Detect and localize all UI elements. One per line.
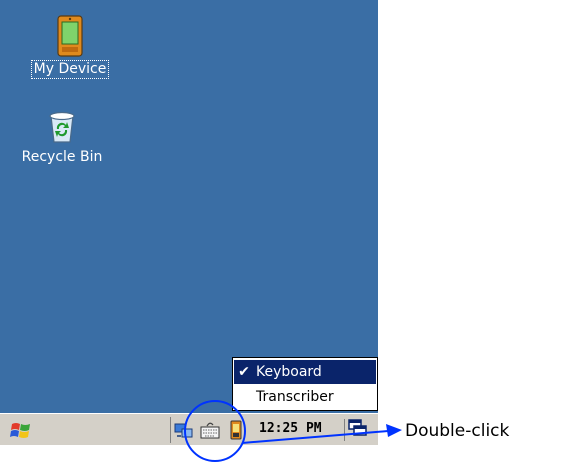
menu-item-transcriber[interactable]: Transcriber	[234, 385, 376, 409]
desktop-icon-label: Recycle Bin	[21, 149, 103, 165]
recycle-bin-icon	[49, 111, 75, 143]
annotation-label: Double-click	[405, 421, 510, 441]
menu-item-label: Keyboard	[256, 364, 322, 380]
windows-flag-icon	[10, 423, 30, 438]
input-method-menu: ✔ Keyboard Transcriber	[232, 357, 378, 411]
desktop-icon-my-device[interactable]: My Device	[20, 14, 120, 79]
desktop-icon-recycle-bin[interactable]: Recycle Bin	[12, 108, 112, 166]
menu-item-label: Transcriber	[256, 389, 334, 405]
menu-item-keyboard[interactable]: ✔ Keyboard	[234, 360, 376, 384]
start-button[interactable]	[4, 417, 38, 443]
desktop-screen: My Device Recycle Bin ✔ Keyboard Transcr…	[0, 0, 378, 445]
annotation-circle	[184, 400, 246, 462]
desktop-icon-label: My Device	[30, 60, 110, 79]
pda-device-icon	[57, 15, 83, 57]
annotation-arrow-icon	[241, 424, 402, 444]
checkmark-icon: ✔	[238, 364, 250, 380]
